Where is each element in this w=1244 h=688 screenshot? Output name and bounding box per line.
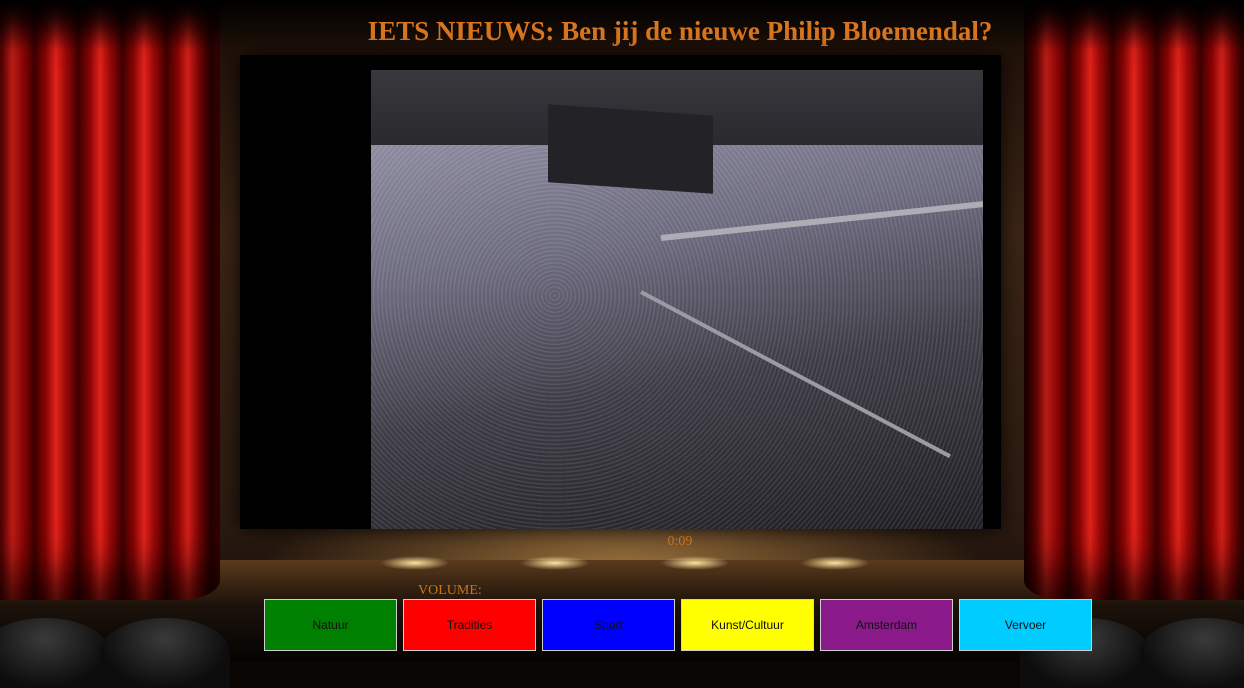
stage-light — [800, 556, 870, 570]
stadium-scoreboard — [548, 104, 713, 194]
category-label: Amsterdam — [855, 618, 918, 632]
stadium-crowd-image — [371, 140, 983, 529]
category-sport-button[interactable]: Sport — [542, 599, 675, 651]
theater-seat — [100, 618, 230, 688]
category-vervoer-button[interactable]: Vervoer — [959, 599, 1092, 651]
left-curtain — [0, 0, 220, 600]
category-kunst-cultuur-button[interactable]: Kunst/Cultuur — [681, 599, 814, 651]
category-label: Kunst/Cultuur — [711, 618, 784, 632]
volume-control[interactable]: VOLUME: — [418, 583, 482, 599]
stage-light — [660, 556, 730, 570]
playback-time: 0:09 — [667, 534, 693, 549]
category-tradities-button[interactable]: Tradities — [403, 599, 536, 651]
stage-light — [380, 556, 450, 570]
category-label: Tradities — [446, 618, 493, 632]
category-natuur-button[interactable]: Natuur — [264, 599, 397, 651]
video-frame[interactable] — [371, 70, 983, 529]
video-player[interactable] — [240, 55, 1001, 529]
category-label: Vervoer — [1004, 618, 1047, 632]
category-label: Sport — [594, 618, 623, 632]
right-curtain — [1024, 0, 1244, 600]
page-title: IETS NIEUWS: Ben jij de nieuwe Philip Bl… — [367, 16, 993, 46]
category-amsterdam-button[interactable]: Amsterdam — [820, 599, 953, 651]
stage-light — [520, 556, 590, 570]
category-label: Natuur — [312, 618, 349, 632]
